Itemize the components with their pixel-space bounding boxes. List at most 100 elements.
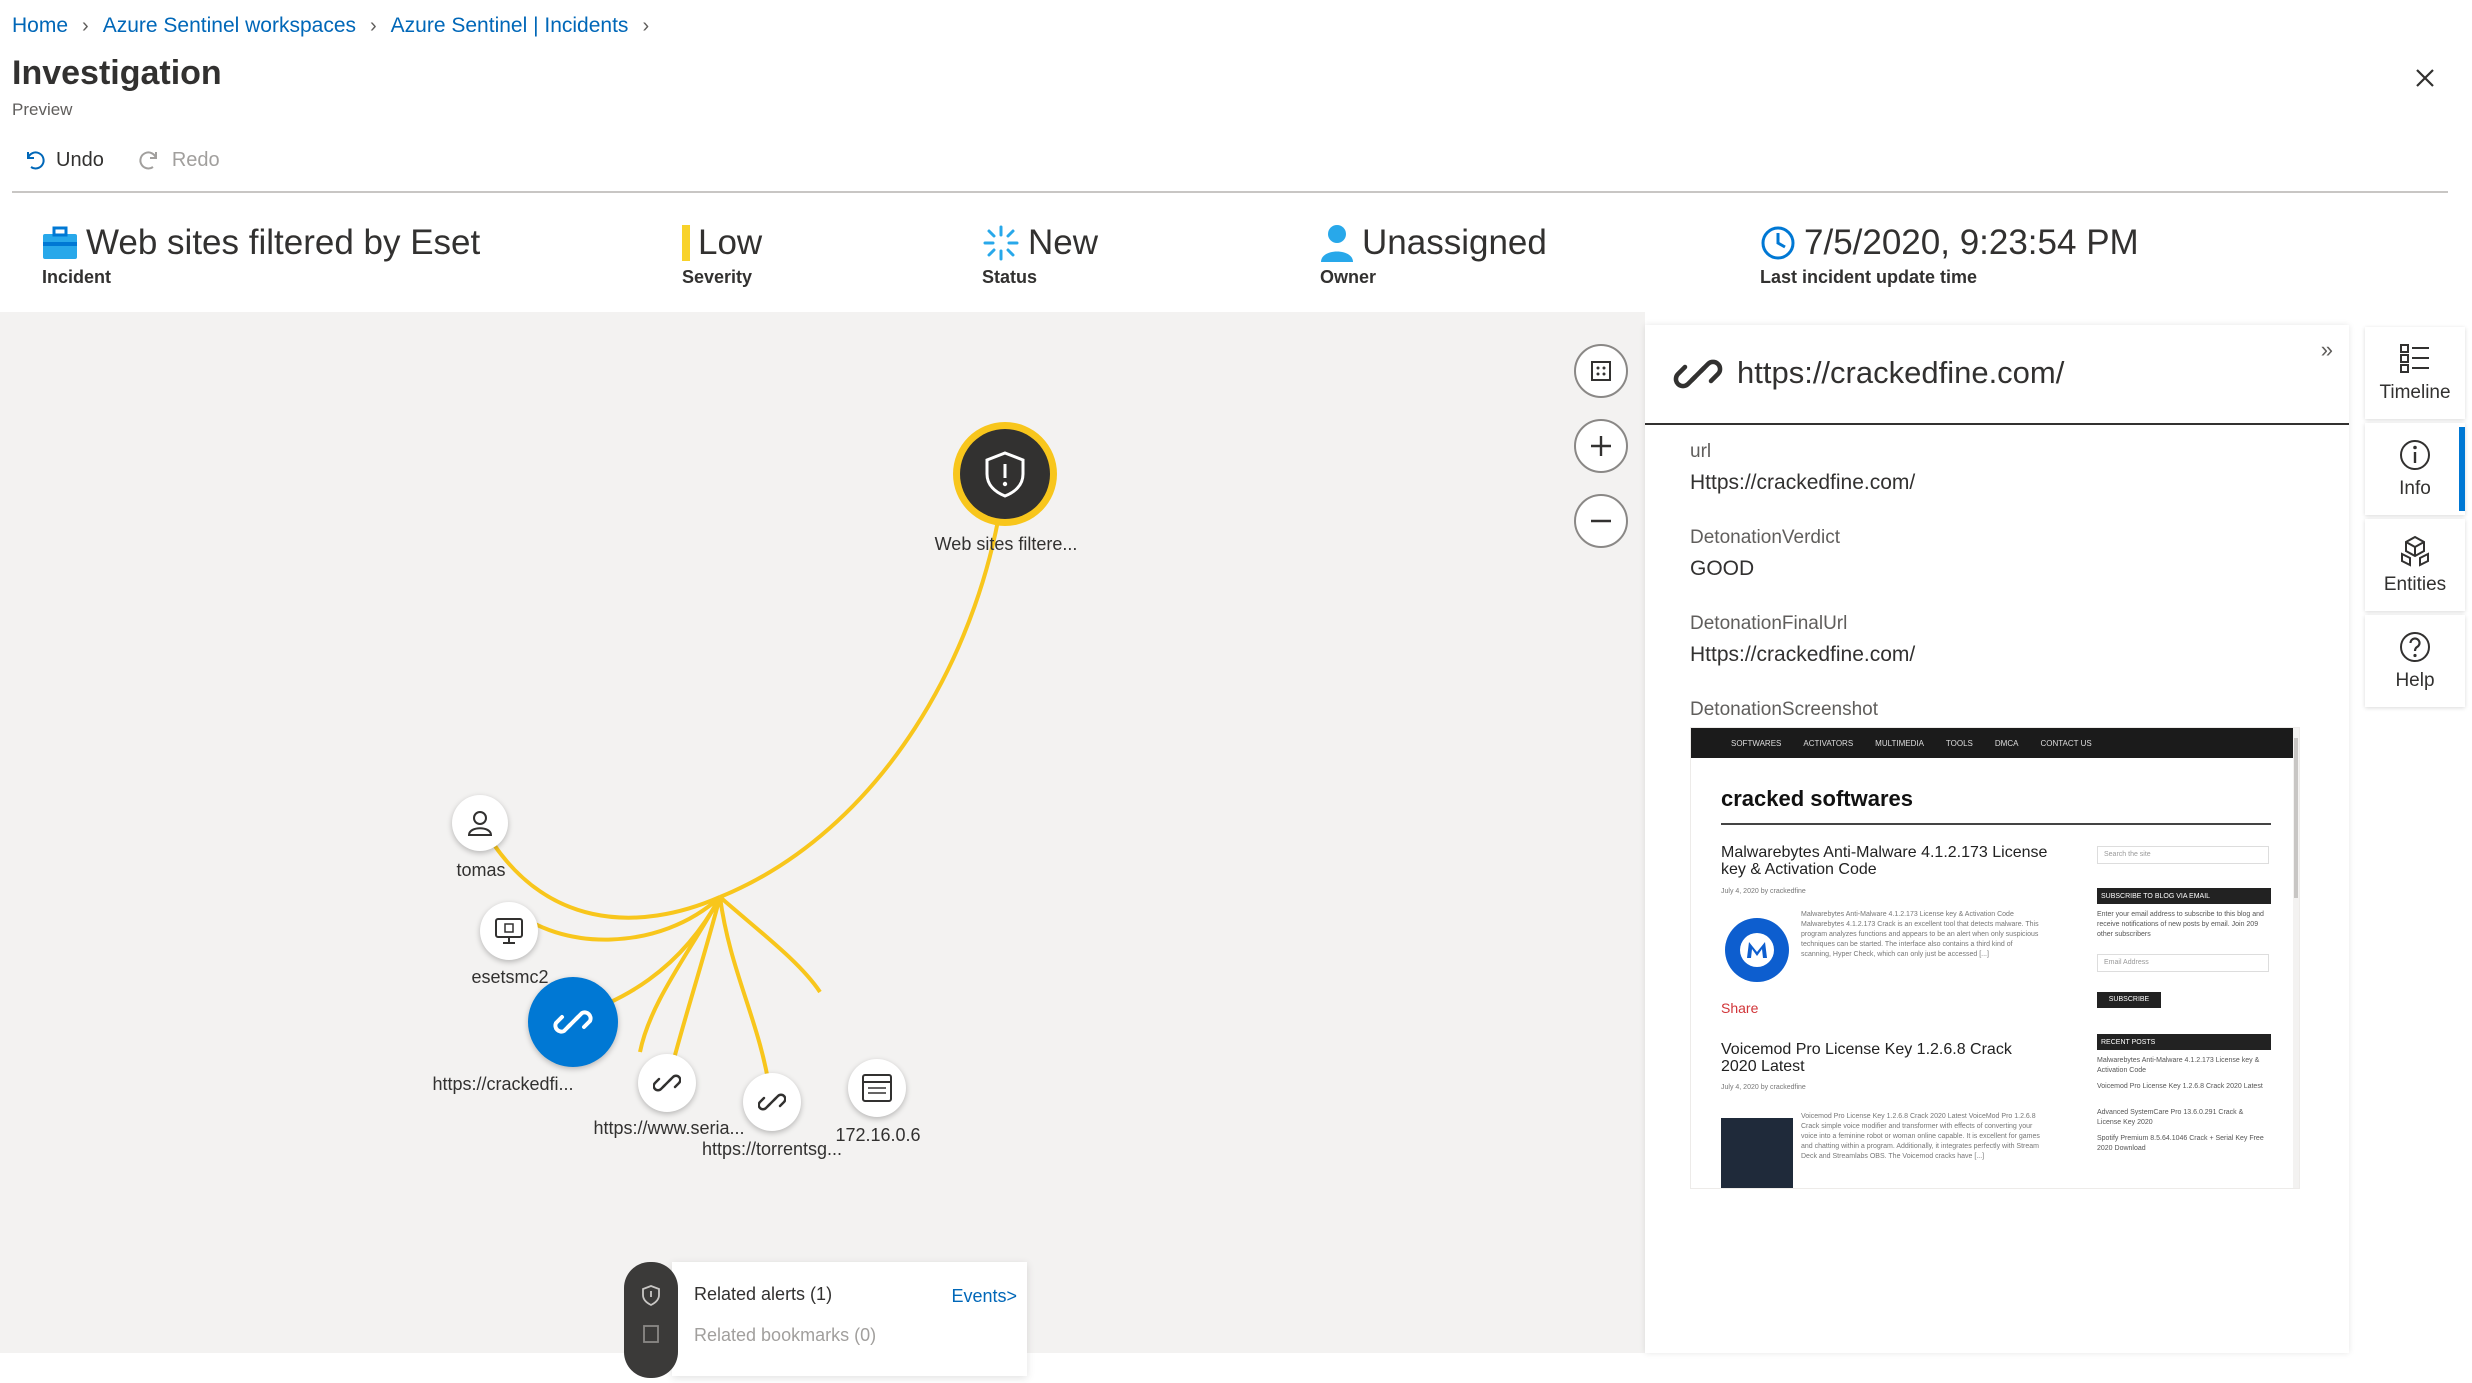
link-icon	[653, 1074, 681, 1092]
entity-node-crackedfine[interactable]	[528, 977, 618, 1067]
new-status-icon	[983, 225, 1019, 261]
severity-value: Low	[698, 223, 763, 262]
clock-icon	[1761, 226, 1795, 260]
shot-share: Share	[1721, 1000, 1759, 1016]
info-icon	[2400, 440, 2430, 470]
redo-label: Redo	[171, 148, 220, 171]
severity-label: Severity	[682, 267, 753, 287]
zoom-in-button[interactable]	[1574, 419, 1628, 473]
events-link[interactable]: Events>	[951, 1286, 1017, 1307]
rail-timeline-label: Timeline	[2379, 382, 2451, 403]
shot-post2-meta: July 4, 2020 by crackedfine	[1721, 1084, 1806, 1091]
rail-info[interactable]: Info	[2365, 423, 2465, 515]
entity-label-ip: 172.16.0.6	[835, 1125, 921, 1145]
computer-icon	[495, 918, 523, 944]
last-update-value: 7/5/2020, 9:23:54 PM	[1804, 223, 2139, 262]
entity-label-tomas: tomas	[456, 860, 506, 880]
right-rail: Timeline Info Entities Help	[2365, 327, 2465, 711]
incident-summary: Web sites filtered by Eset Incident Low …	[0, 193, 2472, 311]
chevron-right-icon: ›	[370, 14, 377, 37]
rail-info-label: Info	[2399, 478, 2431, 499]
owner: Unassigned Owner	[1320, 223, 1547, 288]
field-label-verdict: DetonationVerdict	[1690, 527, 1840, 548]
entity-label-serial: https://www.seria...	[593, 1118, 745, 1138]
panel-title: https://crackedfine.com/	[1737, 355, 2065, 390]
close-icon	[2416, 69, 2434, 87]
fit-to-screen-button[interactable]	[1574, 344, 1628, 398]
ip-icon	[862, 1074, 892, 1102]
user-icon	[1321, 225, 1353, 262]
incident-name: Web sites filtered by Eset Incident	[42, 223, 480, 288]
zoom-out-button[interactable]	[1574, 494, 1628, 548]
close-button[interactable]	[2405, 58, 2445, 98]
shield-alert-icon	[985, 451, 1025, 498]
status-label: Status	[982, 267, 1038, 287]
shot-nav-item: CONTACT US	[2040, 738, 2092, 748]
redo-button[interactable]: Redo	[138, 148, 220, 172]
field-value-verdict: GOOD	[1690, 557, 1755, 580]
shot-subscribe-header: SUBSCRIBE TO BLOG VIA EMAIL	[2097, 888, 2271, 904]
help-icon	[2400, 632, 2430, 662]
shot-recent-item: Advanced SystemCare Pro 13.6.0.291 Crack…	[2097, 1109, 2244, 1126]
shot-site-title: cracked softwares	[1721, 786, 1913, 811]
shot-post2-title: Voicemod Pro License Key 1.2.6.8 Crack 2…	[1721, 1041, 2012, 1075]
rail-entities[interactable]: Entities	[2365, 519, 2465, 611]
undo-label: Undo	[56, 148, 104, 171]
popup-pill	[624, 1262, 678, 1378]
undo-button[interactable]: Undo	[22, 148, 104, 172]
entity-node-serial[interactable]	[638, 1054, 696, 1112]
shot-nav-item: MULTIMEDIA	[1875, 738, 1924, 748]
owner-value: Unassigned	[1362, 223, 1547, 262]
breadcrumb-incidents[interactable]: Azure Sentinel | Incidents	[391, 14, 629, 38]
shot-nav-item: SOFTWARES	[1731, 738, 1782, 748]
fit-screen-icon	[1591, 361, 1611, 381]
shot-recent-item: Spotify Premium 8.5.64.1046 Crack + Seri…	[2097, 1135, 2264, 1152]
rail-timeline[interactable]: Timeline	[2365, 327, 2465, 419]
malwarebytes-logo-icon	[1725, 918, 1789, 982]
shot-nav-item: TOOLS	[1945, 738, 1973, 748]
incident-title: Web sites filtered by Eset	[86, 223, 481, 262]
last-update-label: Last incident update time	[1760, 267, 1978, 287]
detonation-screenshot: SOFTWARES ACTIVATORS MULTIMEDIA TOOLS DM…	[1690, 727, 2300, 1189]
shot-nav-item: ACTIVATORS	[1803, 738, 1854, 748]
plus-icon	[1591, 436, 1611, 456]
link-icon	[553, 1010, 593, 1034]
alert-node-inner	[960, 429, 1050, 519]
briefcase-icon	[43, 226, 77, 259]
entity-info-panel: https://crackedfine.com/ » url Https://c…	[1645, 325, 2349, 1353]
shot-email-input: Email Address	[2097, 954, 2269, 972]
investigation-graph[interactable]: Web sites filtere... tomas esetsmc2 http…	[0, 312, 1645, 1378]
page-title: Investigation	[12, 54, 222, 92]
shot-recent-header: RECENT POSTS	[2097, 1034, 2271, 1050]
popup-pill-icons	[642, 1285, 660, 1343]
shot-subscribe-text: Enter your email address to subscribe to…	[2097, 911, 2264, 938]
entity-node-torrents[interactable]	[743, 1073, 801, 1131]
timeline-icon	[2400, 344, 2429, 373]
collapse-panel-button[interactable]: »	[2321, 337, 2333, 363]
entity-node-esetsmc2[interactable]	[480, 902, 538, 960]
toolbar: Undo Redo	[22, 148, 220, 172]
entity-popup: Related alerts (1) Events> Related bookm…	[624, 1262, 1027, 1378]
shot-scrollbar[interactable]	[2293, 728, 2299, 1188]
breadcrumb-home[interactable]: Home	[12, 14, 68, 38]
minus-icon	[1591, 519, 1611, 523]
entity-node-ip[interactable]	[848, 1059, 906, 1117]
chevron-right-icon: ›	[642, 14, 650, 37]
related-alerts[interactable]: Related alerts (1)	[694, 1284, 832, 1305]
related-bookmarks[interactable]: Related bookmarks (0)	[694, 1325, 876, 1346]
rail-help[interactable]: Help	[2365, 615, 2465, 707]
shot-search-input: Search the site	[2097, 846, 2269, 864]
shot-post1-text: Malwarebytes Anti-Malware 4.1.2.173 Lice…	[1801, 911, 2039, 958]
shot-recent-item: Voicemod Pro License Key 1.2.6.8 Crack 2…	[2097, 1083, 2263, 1090]
incident-label: Incident	[42, 267, 112, 287]
breadcrumb-workspaces[interactable]: Azure Sentinel workspaces	[103, 14, 356, 38]
field-label-final-url: DetonationFinalUrl	[1690, 613, 1848, 634]
rail-entities-label: Entities	[2383, 574, 2447, 595]
shot-subscribe-button: SUBSCRIBE	[2097, 992, 2161, 1008]
shot-rule	[1721, 823, 2271, 825]
alert-node[interactable]	[953, 422, 1057, 526]
rail-help-label: Help	[2395, 670, 2435, 691]
entity-label-esetsmc2: esetsmc2	[471, 967, 549, 987]
shot-recent-item: Malwarebytes Anti-Malware 4.1.2.173 Lice…	[2097, 1057, 2260, 1074]
entity-node-tomas[interactable]	[452, 795, 508, 851]
